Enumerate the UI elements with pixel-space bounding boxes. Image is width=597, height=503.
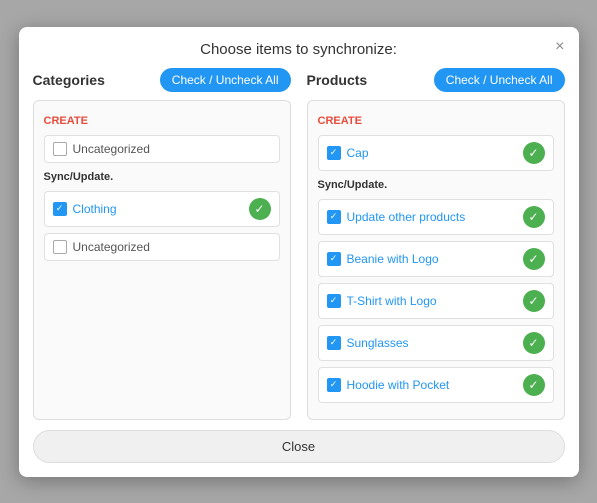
green-check-prod-sunglasses: ✓ [523,332,545,354]
green-check-prod-hoodie: ✓ [523,374,545,396]
item-label-prod-beanie: Beanie with Logo [347,252,439,266]
green-check-prod-beanie: ✓ [523,248,545,270]
list-item: Clothing ✓ [44,191,280,227]
products-check-uncheck-button[interactable]: Check / Uncheck All [434,68,565,92]
products-sync-label: Sync/Update. [318,179,554,191]
categories-create-label: CREATE [44,115,280,127]
item-label-prod-update-other: Update other products [347,210,466,224]
categories-check-uncheck-button[interactable]: Check / Uncheck All [160,68,291,92]
categories-header: Categories Check / Uncheck All [33,68,291,92]
checkbox-cat-uncategorized-create[interactable] [53,142,67,156]
item-label-prod-sunglasses: Sunglasses [347,336,409,350]
list-item: Beanie with Logo ✓ [318,241,554,277]
products-list: CREATE Cap ✓ Sync/Update. [307,100,565,420]
close-button[interactable]: Close [33,430,565,463]
green-check-prod-cap: ✓ [523,142,545,164]
modal-title: Choose items to synchronize: [200,41,397,58]
list-item: Uncategorized [44,233,280,261]
checkbox-cat-clothing[interactable] [53,202,67,216]
checkbox-prod-sunglasses[interactable] [327,336,341,350]
list-item: T-Shirt with Logo ✓ [318,283,554,319]
categories-title: Categories [33,72,105,88]
products-list-wrapper: CREATE Cap ✓ Sync/Update. [307,100,565,420]
categories-column: Categories Check / Uncheck All CREATE Un… [33,68,291,420]
products-title: Products [307,72,368,88]
checkbox-prod-beanie[interactable] [327,252,341,266]
checkbox-prod-update-other[interactable] [327,210,341,224]
products-create-label: CREATE [318,115,554,127]
list-item: Sunglasses ✓ [318,325,554,361]
green-check-prod-tshirt: ✓ [523,290,545,312]
modal-overlay: Choose items to synchronize: × Categorie… [0,0,597,503]
checkbox-prod-cap[interactable] [327,146,341,160]
item-label-prod-tshirt: T-Shirt with Logo [347,294,437,308]
item-label-prod-hoodie: Hoodie with Pocket [347,378,450,392]
item-label-prod-cap: Cap [347,146,369,160]
item-label-cat-uncategorized-create: Uncategorized [73,142,150,156]
checkbox-prod-tshirt[interactable] [327,294,341,308]
modal-body: Categories Check / Uncheck All CREATE Un… [19,68,579,420]
item-label-cat-uncategorized-sync: Uncategorized [73,240,150,254]
modal-header: Choose items to synchronize: × [19,27,579,68]
checkbox-prod-hoodie[interactable] [327,378,341,392]
green-check-cat-clothing: ✓ [249,198,271,220]
categories-sync-label: Sync/Update. [44,171,280,183]
modal-footer: Close [19,420,579,477]
list-item: Uncategorized [44,135,280,163]
item-label-cat-clothing: Clothing [73,202,117,216]
categories-list: CREATE Uncategorized Sync/Update. Clo [33,100,291,420]
products-header: Products Check / Uncheck All [307,68,565,92]
list-item: Cap ✓ [318,135,554,171]
green-check-prod-update-other: ✓ [523,206,545,228]
list-item: Update other products ✓ [318,199,554,235]
products-column: Products Check / Uncheck All CREATE Cap … [307,68,565,420]
modal: Choose items to synchronize: × Categorie… [19,27,579,477]
list-item: Hoodie with Pocket ✓ [318,367,554,403]
close-icon-button[interactable]: × [555,39,564,55]
checkbox-cat-uncategorized-sync[interactable] [53,240,67,254]
